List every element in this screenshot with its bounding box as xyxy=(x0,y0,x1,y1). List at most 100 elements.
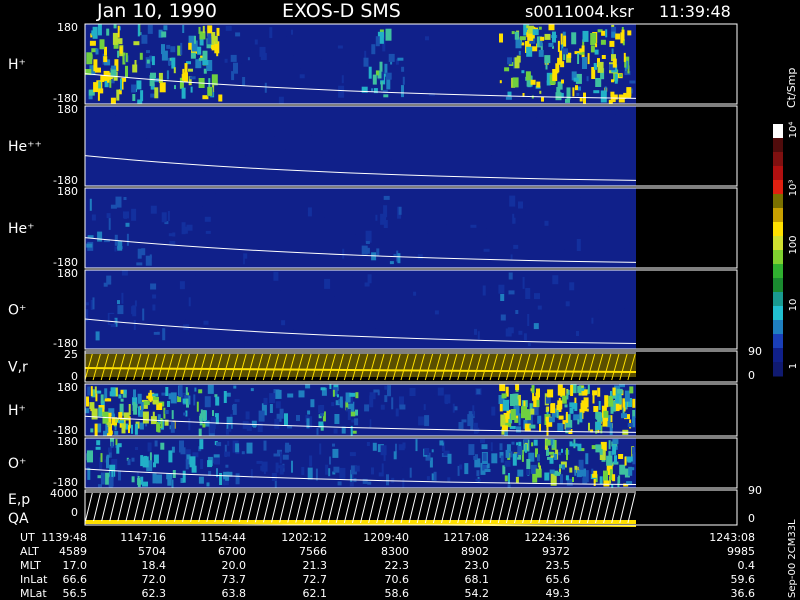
spectrogram-cell xyxy=(352,273,359,277)
spectrogram-cell xyxy=(614,455,617,464)
spectrogram-cell xyxy=(309,135,312,141)
spectrogram-cell xyxy=(411,313,415,317)
spectrogram-cell xyxy=(545,58,548,70)
footer-cell: 66.6 xyxy=(63,573,88,586)
spectrogram-cell xyxy=(632,447,635,454)
spectrogram-cell xyxy=(526,149,533,153)
footer-cell: 9372 xyxy=(542,545,570,558)
spectrogram-cell xyxy=(514,31,519,40)
spectrogram-cell xyxy=(216,27,220,36)
spectrogram-cell xyxy=(152,393,159,397)
spectrogram-cell xyxy=(203,320,209,325)
spectrogram-cell xyxy=(617,477,620,487)
spectrogram-cell xyxy=(299,74,305,79)
spectrogram-cell xyxy=(125,65,128,78)
spectrogram-cell xyxy=(98,88,104,94)
spectrogram-cell xyxy=(425,36,429,41)
footer-cell: 59.6 xyxy=(731,573,756,586)
spectrogram-cell xyxy=(395,443,397,452)
spectrogram-cell xyxy=(461,419,467,423)
spectrogram-cell xyxy=(207,165,214,175)
spectrogram-cell xyxy=(618,454,624,459)
spectrogram-cell xyxy=(151,56,155,66)
spectrogram-cell xyxy=(598,401,601,410)
spectrogram-cell xyxy=(603,470,608,481)
spectrogram-cell xyxy=(167,211,170,221)
spectrogram-cell xyxy=(90,428,94,433)
spectrogram-cell xyxy=(580,189,586,198)
spectrogram-cell xyxy=(544,220,549,226)
spectrogram-cell xyxy=(431,449,434,453)
spectrogram-cell xyxy=(608,99,613,104)
spectrogram-cell xyxy=(612,439,619,445)
footer-cell: 1224:36 xyxy=(524,531,570,544)
spectrogram-cell xyxy=(332,389,335,397)
spectrogram-cell xyxy=(430,49,436,62)
spectrogram-cell xyxy=(516,442,519,446)
spectrogram-cell xyxy=(117,50,120,58)
spectrogram-cell xyxy=(518,50,521,55)
footer-row-label: InLat xyxy=(20,573,48,586)
spectrogram-cell xyxy=(369,324,376,329)
spectrogram-cell xyxy=(301,467,305,475)
spectrogram-cell xyxy=(354,418,359,426)
spectrogram-cell xyxy=(417,254,423,260)
colorbar-tick: 10⁴ xyxy=(788,122,799,139)
spectrogram-cell xyxy=(341,75,344,84)
spectrogram-cell xyxy=(200,459,204,469)
spectrogram-cell xyxy=(324,278,331,289)
footer-cell: 68.1 xyxy=(465,573,490,586)
spectrogram-cell xyxy=(540,36,545,41)
spectrogram-cell xyxy=(85,302,89,306)
spectrogram-cell xyxy=(491,406,496,416)
spectrogram-cell xyxy=(239,164,242,168)
spectrogram-cell xyxy=(384,385,388,390)
spectrogram-cell xyxy=(515,384,520,391)
spectrogram-cell xyxy=(412,122,417,132)
spectrogram-cell xyxy=(274,418,280,429)
spectrogram-cell xyxy=(142,308,145,321)
spectrogram-cell xyxy=(207,33,212,45)
spectrogram-cell xyxy=(162,328,166,341)
spectrogram-cell xyxy=(482,452,487,461)
spectrogram-cell xyxy=(207,460,213,468)
spectrogram-cell xyxy=(147,442,152,452)
spectrogram-cell xyxy=(376,248,380,257)
spectrogram-cell xyxy=(108,477,113,488)
spectrogram-cell xyxy=(320,194,324,201)
spectrogram-cell xyxy=(271,473,277,481)
spectrogram-cell xyxy=(95,67,101,73)
spectrogram-cell xyxy=(430,144,433,150)
spectrogram-cell xyxy=(273,453,280,457)
spectrogram-cell xyxy=(258,207,264,211)
spectrogram-cell xyxy=(89,40,96,46)
spectrogram-cell xyxy=(531,442,534,447)
header-file: s0011004.ksr xyxy=(525,2,634,21)
spectrogram-cell xyxy=(109,314,115,324)
spectrogram-cell xyxy=(96,390,102,394)
spectrogram-cell xyxy=(512,213,515,224)
spectrogram-cell xyxy=(562,464,565,470)
spectrogram-cell xyxy=(364,404,370,412)
spectrogram-cell xyxy=(154,440,158,447)
spectrogram-cell xyxy=(152,304,156,311)
spectrogram-cell xyxy=(278,96,284,104)
spectrogram-cell xyxy=(204,396,211,408)
spectrogram-cell xyxy=(146,127,149,139)
spectrogram-cell xyxy=(371,44,376,55)
spectrogram-cell xyxy=(131,457,135,462)
spectrogram-cell xyxy=(595,78,602,87)
spectrogram-cell xyxy=(569,282,575,291)
spectrogram-cell xyxy=(422,215,428,221)
colorbar-swatch xyxy=(773,194,783,209)
spectrogram-cell xyxy=(205,230,211,234)
spectrogram-cell xyxy=(108,430,113,435)
spectrogram-cell xyxy=(120,389,124,394)
right-tick-top: 90 xyxy=(748,345,762,358)
spectrogram-cell xyxy=(391,397,394,410)
spectrogram-cell xyxy=(253,24,258,30)
spectrogram-cell xyxy=(560,33,563,45)
spectrogram-cell xyxy=(453,62,460,69)
spectrogram-cell xyxy=(619,395,622,405)
spectrogram-cell xyxy=(597,387,601,397)
